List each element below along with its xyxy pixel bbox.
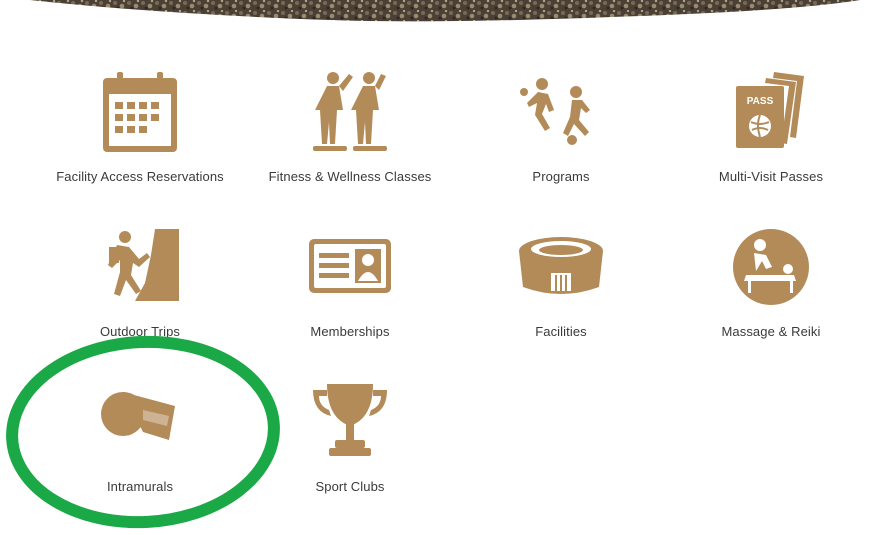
tile-label: Programs bbox=[532, 169, 590, 184]
tile-sport-clubs[interactable]: Sport Clubs bbox=[250, 380, 450, 520]
pass-icon: PASS bbox=[726, 70, 816, 160]
climber-icon bbox=[95, 225, 185, 315]
soccer-players-icon bbox=[516, 70, 606, 160]
tile-label: Outdoor Trips bbox=[99, 324, 181, 339]
tile-label: Multi-Visit Passes bbox=[718, 169, 824, 184]
tile-label: Intramurals bbox=[106, 479, 174, 494]
tile-facility-access-reservations[interactable]: Facility Access Reservations bbox=[40, 70, 240, 210]
header-banner-image bbox=[30, 0, 860, 22]
stadium-icon bbox=[516, 225, 606, 315]
massage-icon bbox=[726, 225, 816, 315]
trophy-icon bbox=[305, 380, 395, 470]
tile-massage-reiki[interactable]: Massage & Reiki bbox=[671, 225, 871, 365]
tile-facilities[interactable]: Facilities bbox=[461, 225, 661, 365]
whistle-icon bbox=[95, 380, 185, 470]
tile-programs[interactable]: Programs bbox=[461, 70, 661, 210]
fitness-figures-icon bbox=[305, 70, 395, 160]
calendar-icon bbox=[95, 70, 185, 160]
tile-label: Fitness & Wellness Classes bbox=[268, 169, 432, 184]
tile-memberships[interactable]: Memberships bbox=[250, 225, 450, 365]
tile-intramurals[interactable]: Intramurals bbox=[40, 380, 240, 520]
tile-outdoor-trips[interactable]: Outdoor Trips bbox=[40, 225, 240, 365]
id-card-icon bbox=[305, 225, 395, 315]
tile-label: Memberships bbox=[310, 324, 390, 339]
tile-label: Facility Access Reservations bbox=[56, 169, 224, 184]
tile-multi-visit-passes[interactable]: PASS Multi-Visit Passes bbox=[671, 70, 871, 210]
tile-label: Sport Clubs bbox=[315, 479, 385, 494]
tile-fitness-wellness-classes[interactable]: Fitness & Wellness Classes bbox=[250, 70, 450, 210]
tile-label: Facilities bbox=[535, 324, 587, 339]
tile-label: Massage & Reiki bbox=[721, 324, 821, 339]
pass-text: PASS bbox=[747, 96, 774, 107]
